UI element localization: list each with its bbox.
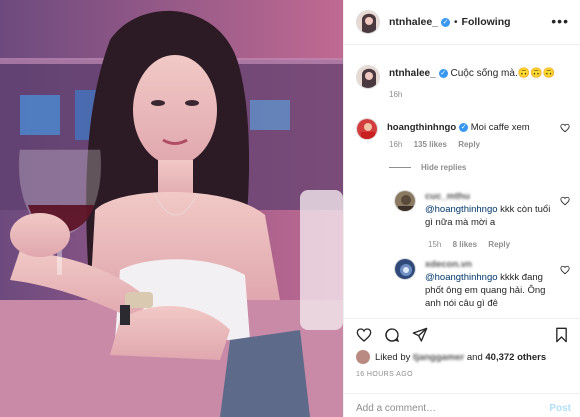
bookmark-icon[interactable]	[554, 327, 569, 343]
reply-username[interactable]: cuc_mthu	[425, 191, 470, 202]
reply-likes[interactable]: 8 likes	[453, 240, 477, 249]
action-bar	[344, 318, 580, 344]
reply-like-heart-icon[interactable]	[560, 196, 570, 206]
verified-badge-icon: ✓	[438, 68, 448, 78]
reply-button[interactable]: Reply	[488, 240, 510, 249]
verified-badge-icon: ✓	[459, 122, 469, 132]
hide-replies-toggle[interactable]: Hide replies	[389, 163, 466, 172]
comment-avatar[interactable]	[356, 118, 378, 140]
photo-illustration	[0, 0, 343, 417]
add-comment-bar: Add a comment… Post	[344, 393, 580, 417]
comment-like-heart-icon[interactable]	[560, 123, 570, 133]
reply-button[interactable]: Reply	[458, 140, 480, 149]
comment-body: hoangthinhngo ✓ Moi caffe xem	[387, 121, 530, 140]
comment-meta: 16h 135 likes Reply	[389, 140, 489, 149]
post-comment-button[interactable]: Post	[549, 403, 571, 414]
heart-icon[interactable]	[356, 327, 372, 343]
reply-body: xdecon.vn @hoangthinhngo kkkk đang phốt …	[425, 258, 555, 310]
divider-line	[389, 167, 411, 168]
reply-meta: 15h 8 likes Reply	[428, 240, 519, 249]
reply-mention[interactable]: @hoangthinhngo	[425, 272, 498, 283]
caption-timestamp: 16h	[389, 90, 403, 99]
hide-replies-label: Hide replies	[421, 163, 467, 172]
reply-item: xdecon.vn @hoangthinhngo kkkk đang phốt …	[394, 258, 564, 310]
reply-time: 15h	[428, 240, 442, 249]
comment-text: Moi caffe xem	[470, 122, 530, 133]
reply-like-heart-icon[interactable]	[560, 265, 570, 275]
comment-item: hoangthinhngo ✓ Moi caffe xem	[356, 118, 530, 140]
post-header: ntnhalee_ ✓ • Following •••	[344, 0, 580, 45]
following-button[interactable]: Following	[462, 16, 511, 28]
more-options-icon[interactable]: •••	[551, 14, 569, 28]
reply-mention[interactable]: @hoangthinhngo	[425, 204, 498, 215]
avatar[interactable]	[356, 10, 380, 34]
verified-badge-icon: ✓	[441, 17, 451, 27]
likes-summary: Liked by tjanggamer and 40,372 others	[356, 350, 546, 364]
liker-avatar[interactable]	[356, 350, 370, 364]
comment-time: 16h	[389, 140, 403, 149]
liked-by-prefix: Liked by	[375, 351, 411, 363]
add-comment-input[interactable]: Add a comment…	[356, 403, 436, 414]
reply-username[interactable]: xdecon.vn	[425, 259, 472, 270]
likes-count[interactable]: 40,372 others	[485, 352, 546, 363]
reply-avatar[interactable]	[394, 258, 416, 280]
caption-text: Cuộc sống mà.🙃🙃🙃	[450, 68, 556, 79]
header-username[interactable]: ntnhalee_	[389, 16, 438, 28]
reply-avatar[interactable]	[394, 190, 416, 212]
post-timestamp: 16 HOURS AGO	[356, 371, 413, 378]
comment-username[interactable]: hoangthinhngo	[387, 122, 456, 133]
comment-icon[interactable]	[384, 327, 400, 343]
post-photo[interactable]	[0, 0, 343, 417]
comment-likes[interactable]: 135 likes	[414, 140, 447, 149]
caption-username[interactable]: ntnhalee_	[389, 68, 436, 79]
separator-dot: •	[454, 16, 458, 28]
post-caption: ntnhalee_ ✓ Cuộc sống mà.🙃🙃🙃	[356, 65, 555, 89]
reply-body: cuc_mthu @hoangthinhngo kkk còn tuổi gì …	[425, 190, 555, 229]
caption-avatar[interactable]	[356, 65, 380, 89]
liked-by-and: and	[466, 351, 483, 363]
reply-item: cuc_mthu @hoangthinhngo kkk còn tuổi gì …	[394, 190, 564, 229]
post-side-panel: ntnhalee_ ✓ • Following ••• ntnhalee_ ✓ C…	[343, 0, 580, 417]
liker-username[interactable]: tjanggamer	[413, 352, 464, 363]
share-icon[interactable]	[412, 327, 428, 343]
caption-text-block: ntnhalee_ ✓ Cuộc sống mà.🙃🙃🙃	[389, 67, 555, 89]
